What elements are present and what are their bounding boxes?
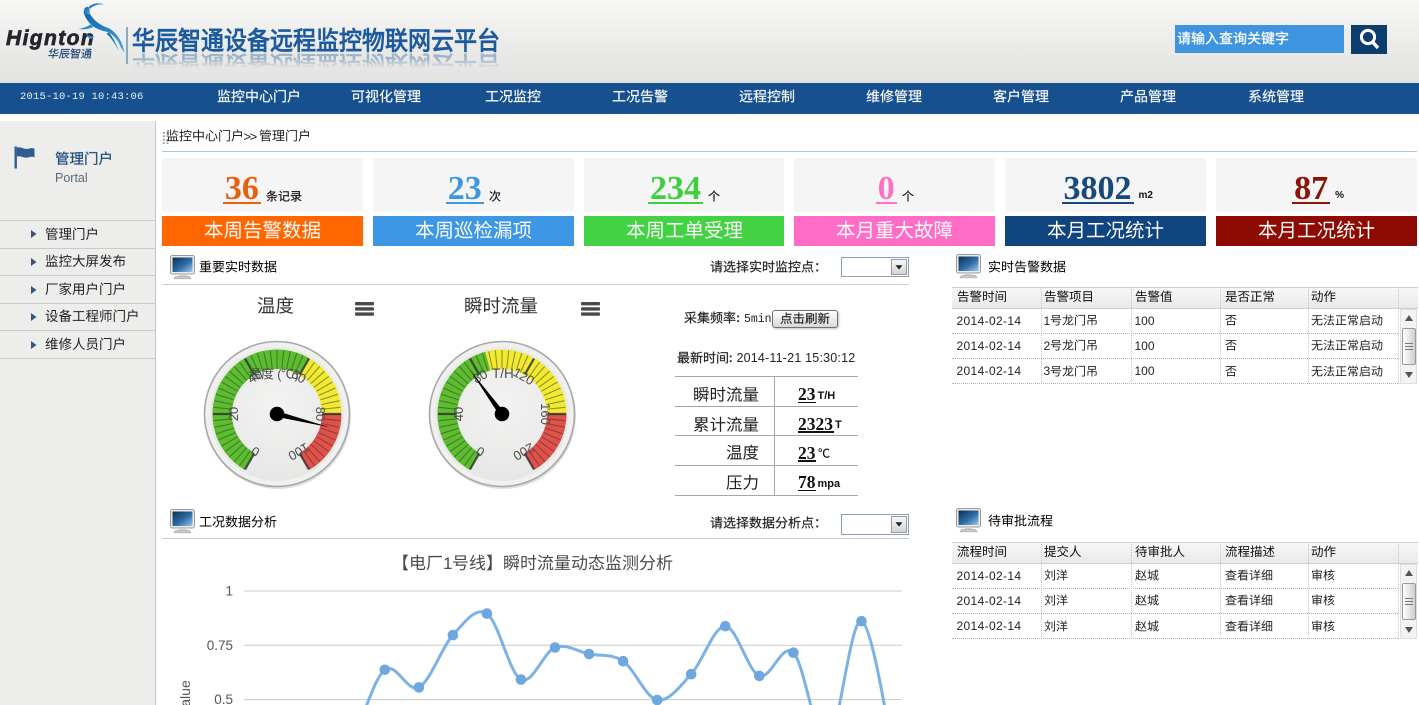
svg-text:20: 20 bbox=[226, 407, 241, 421]
svg-text:1: 1 bbox=[225, 584, 233, 599]
svg-text:80: 80 bbox=[313, 407, 328, 421]
svg-text:value: value bbox=[177, 680, 193, 705]
svg-text:0.5: 0.5 bbox=[214, 692, 233, 705]
svg-text:160: 160 bbox=[538, 403, 553, 425]
svg-text:0.75: 0.75 bbox=[207, 638, 233, 653]
svg-text:40: 40 bbox=[451, 407, 466, 421]
